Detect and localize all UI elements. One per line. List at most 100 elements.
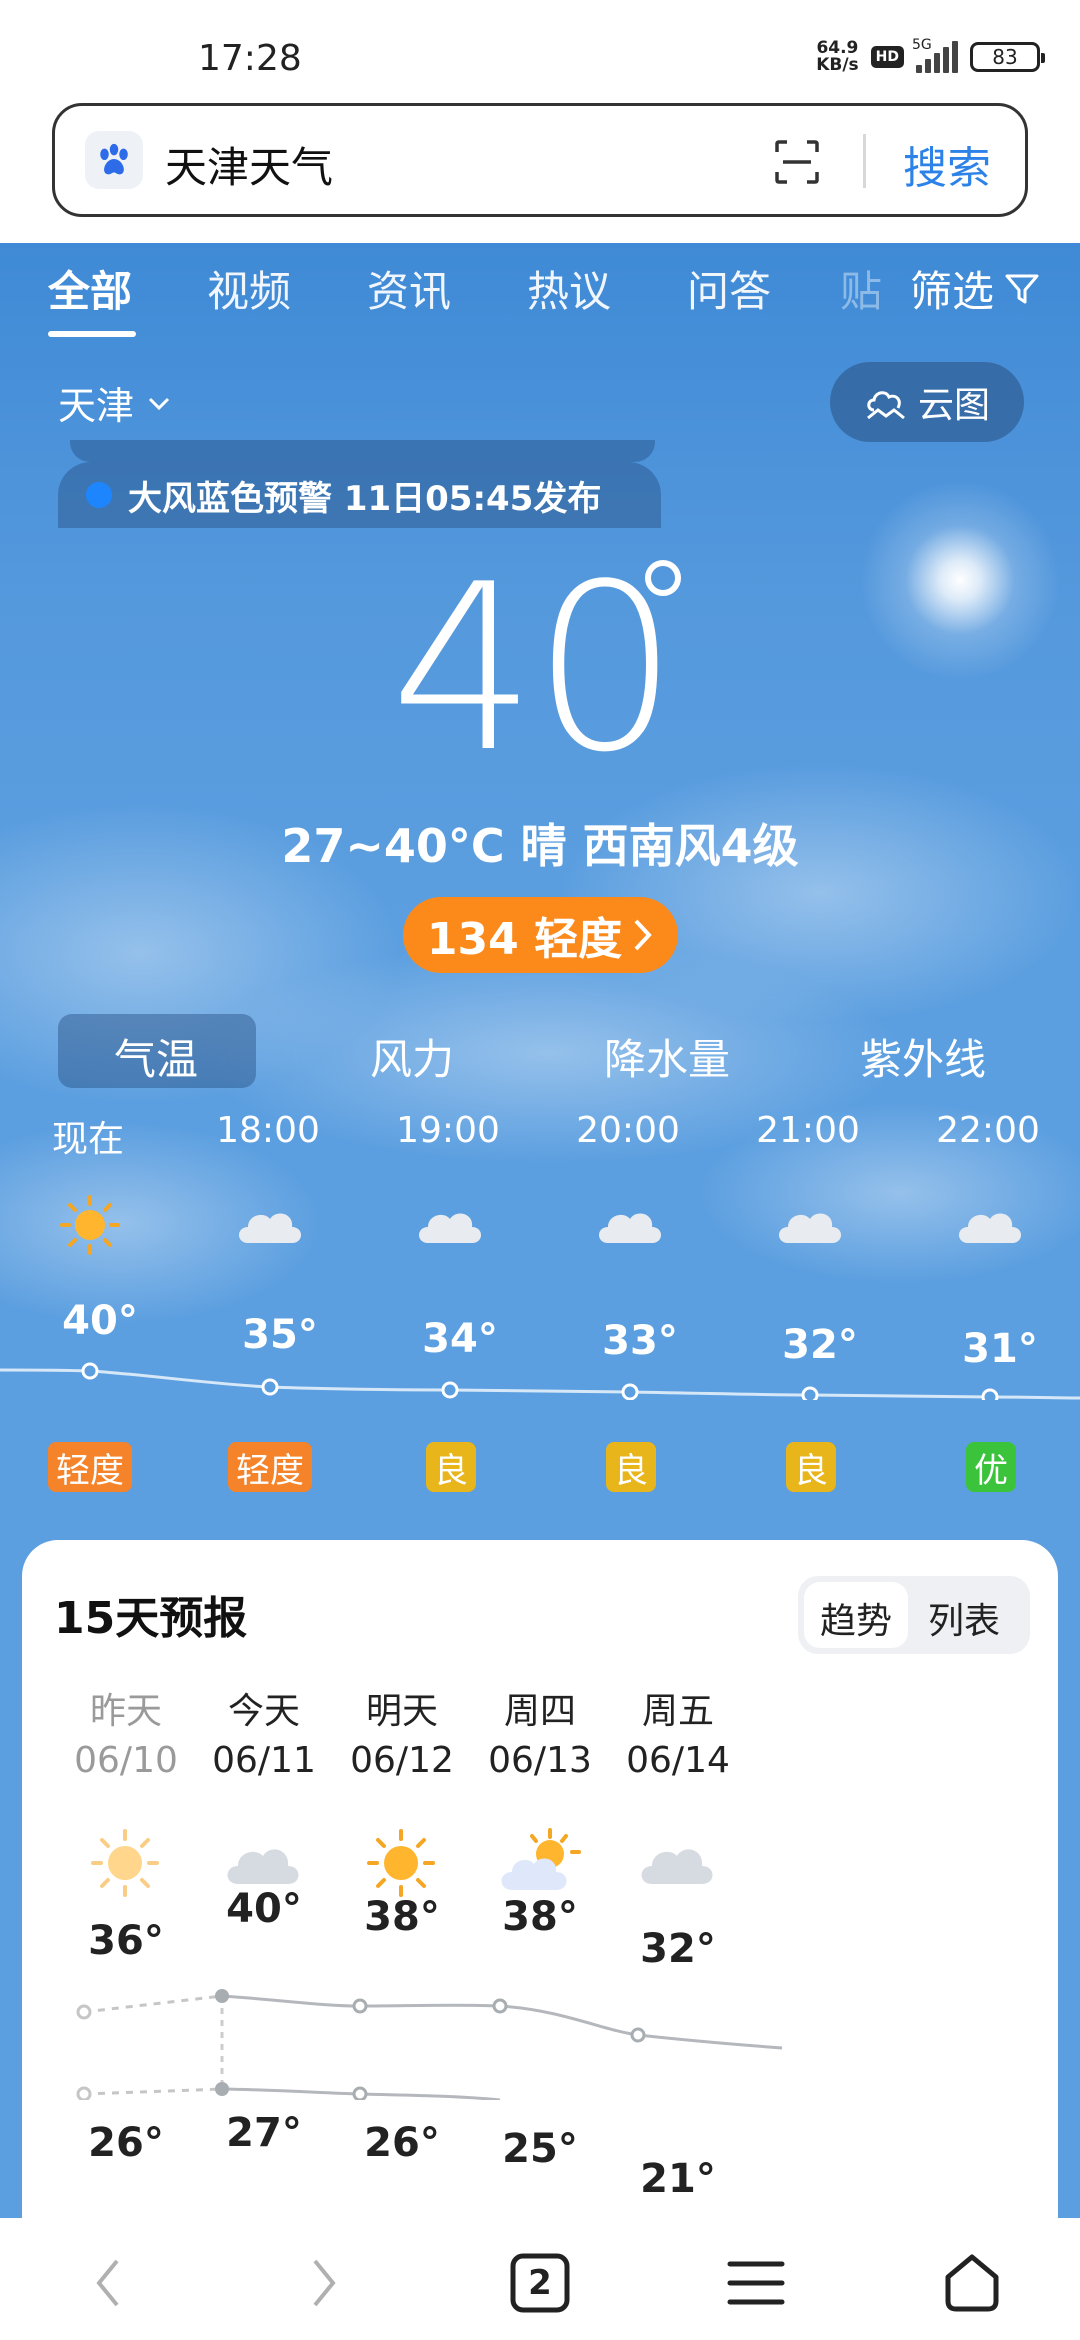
forecast-high: 36°: [88, 1918, 164, 1964]
forecast-point: [492, 1998, 508, 2014]
forecast-point: [352, 2086, 368, 2100]
forecast-low: 27°: [226, 2110, 302, 2156]
forecast-point: [76, 2086, 92, 2100]
cloud-map-button[interactable]: 云图: [830, 362, 1024, 442]
degree-symbol: [645, 560, 681, 596]
tab-underline: [48, 331, 136, 337]
scan-icon[interactable]: [773, 138, 821, 186]
cloud-icon: [599, 1213, 661, 1243]
forecast-day: 昨天: [89, 1691, 162, 1732]
hour-point: [981, 1388, 999, 1400]
filter-button[interactable]: 筛选: [910, 258, 1040, 319]
tabs-button[interactable]: 2: [500, 2248, 580, 2318]
forecast-high: 32°: [640, 1926, 716, 1972]
cloud-icon: [419, 1213, 481, 1243]
search-divider: [863, 134, 866, 188]
metric-tab-precipitation[interactable]: 降水量: [604, 1026, 730, 1087]
sun-glow: [860, 480, 1060, 680]
tab-discussion[interactable]: 热议: [527, 258, 611, 319]
status-bar: 17:28 64.9 KB/s HD 5G 83: [0, 0, 1080, 100]
metric-tab-temperature[interactable]: 气温: [114, 1026, 198, 1087]
forecast-point: [352, 1998, 368, 2014]
hour-aqi-badge: 轻度: [228, 1442, 312, 1492]
hour-point: [261, 1378, 279, 1396]
hour-temperature: 40°: [62, 1298, 138, 1344]
forecast-date: 06/11: [212, 1740, 316, 1781]
hour-point: [441, 1381, 459, 1399]
forecast-point: [215, 1989, 229, 2003]
forecast-title: 15天预报: [54, 1593, 248, 1644]
network-speed: 64.9 KB/s: [816, 38, 859, 75]
status-time: 17:28: [198, 38, 302, 79]
hour-point: [621, 1383, 639, 1400]
chevron-right-icon: [313, 2259, 336, 2307]
home-icon: [945, 2254, 999, 2312]
hour-aqi-badge: 良: [426, 1442, 476, 1492]
forward-button[interactable]: [284, 2248, 364, 2318]
hour-time: 22:00: [936, 1110, 1040, 1151]
forecast-point: [215, 2082, 229, 2096]
search-button[interactable]: 搜索: [903, 132, 991, 196]
forecast-day: 周四: [503, 1691, 576, 1732]
forecast-high: 38°: [364, 1894, 440, 1940]
sun-icon: [91, 1829, 159, 1897]
forecast-point: [76, 2004, 92, 2020]
forecast-low: 21°: [640, 2156, 716, 2202]
search-bar[interactable]: 天津天气 搜索: [52, 103, 1028, 217]
cloud-icon: [239, 1213, 301, 1243]
forecast-point: [630, 2027, 646, 2043]
sun-icon: [367, 1829, 435, 1897]
hour-time: 21:00: [756, 1110, 860, 1151]
view-toggle: 趋势 列表: [798, 1576, 1030, 1654]
hour-aqi-badge: 良: [606, 1442, 656, 1492]
alert-stack-shadow: [70, 440, 655, 462]
paw-icon: [85, 131, 143, 189]
forecast-low: 26°: [364, 2120, 440, 2166]
partly-cloudy-icon: [501, 1828, 581, 1890]
menu-icon: [727, 2261, 785, 2305]
view-list-button[interactable]: 列表: [928, 1592, 1000, 1644]
forecast-low: 26°: [88, 2120, 164, 2166]
home-button[interactable]: [932, 2248, 1012, 2318]
back-button[interactable]: [68, 2248, 148, 2318]
tab-count: 2: [528, 2263, 552, 2303]
hour-point: [81, 1362, 99, 1380]
hd-badge: HD: [870, 46, 904, 68]
metric-tab-wind[interactable]: 风力: [370, 1026, 454, 1087]
view-trend-button[interactable]: 趋势: [820, 1592, 892, 1644]
chevron-right-icon: [634, 919, 652, 951]
city-selector[interactable]: 天津: [58, 375, 174, 430]
hourly-temperature-line: [0, 1362, 1080, 1400]
hour-aqi-badge: 优: [966, 1442, 1016, 1492]
forecast-low: 25°: [502, 2126, 578, 2172]
battery-icon: 83: [970, 42, 1045, 72]
bottom-navigation: 2: [0, 2218, 1080, 2340]
chevron-down-icon: [148, 397, 170, 410]
forecast-date: 06/12: [350, 1740, 454, 1781]
tab-all[interactable]: 全部: [48, 258, 132, 319]
alert-dot-icon: [86, 482, 112, 508]
metric-tab-uv[interactable]: 紫外线: [860, 1026, 986, 1087]
hour-aqi-badge: 良: [786, 1442, 836, 1492]
result-tabs: 全部 视频 资讯 热议 问答 贴 筛选: [0, 243, 1080, 348]
weather-alert[interactable]: 大风蓝色预警 11日05:45发布: [58, 462, 661, 528]
filter-icon: [1005, 274, 1039, 303]
cloud-icon: [959, 1213, 1021, 1243]
signal-icon: 5G: [912, 37, 958, 73]
forecast-date: 06/14: [626, 1740, 730, 1781]
forecast-day: 明天: [365, 1691, 438, 1732]
chevron-left-icon: [96, 2259, 119, 2307]
hour-point: [801, 1386, 819, 1400]
tab-news[interactable]: 资讯: [367, 258, 451, 319]
tab-video[interactable]: 视频: [207, 258, 291, 319]
metric-tabs: 气温 风力 降水量 紫外线: [0, 1014, 1080, 1088]
search-input[interactable]: 天津天气: [165, 134, 333, 195]
menu-button[interactable]: [716, 2248, 796, 2318]
forecast-date: 06/13: [488, 1740, 592, 1781]
sun-icon: [60, 1195, 120, 1255]
tab-qa[interactable]: 问答: [687, 258, 771, 319]
status-indicators: 64.9 KB/s HD 5G 83: [816, 37, 1045, 75]
aqi-button[interactable]: 134 轻度: [403, 897, 678, 973]
forecast-day: 周五: [641, 1691, 714, 1732]
tab-more[interactable]: 贴: [840, 258, 882, 319]
